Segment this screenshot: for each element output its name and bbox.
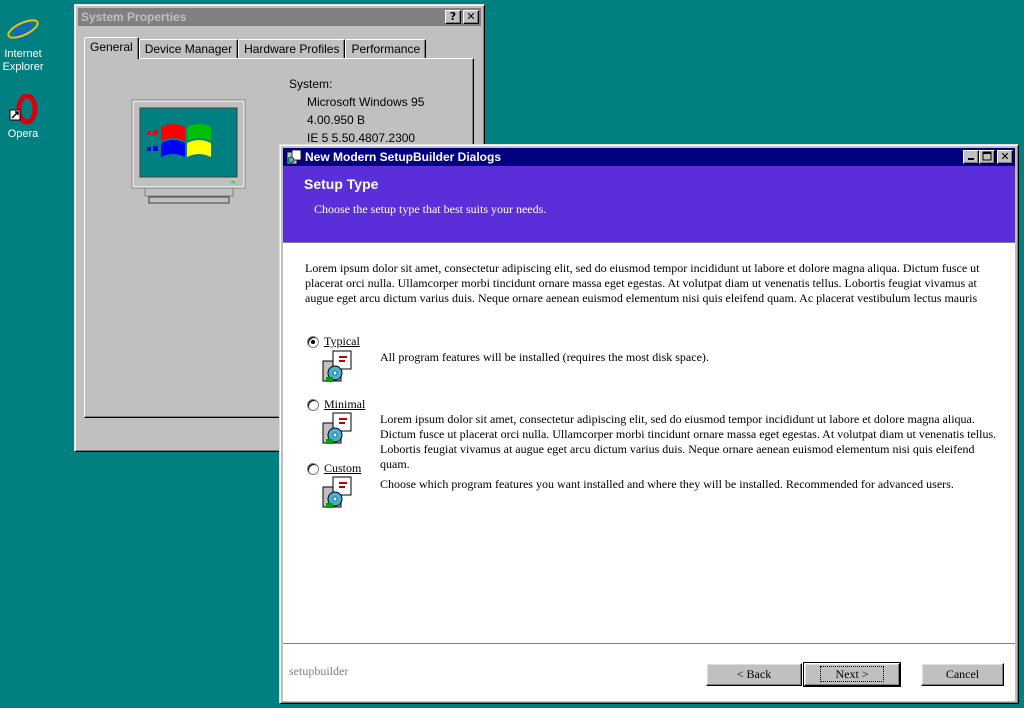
setup-dialog-window: New Modern SetupBuilder Dialogs ✕ Setup …: [279, 144, 1019, 704]
radio-typical[interactable]: Typical: [307, 334, 360, 349]
intro-text: Lorem ipsum dolor sit amet, consectetur …: [305, 261, 980, 305]
window-title: System Properties: [81, 10, 187, 24]
tab-device-manager[interactable]: Device Manager: [138, 39, 239, 59]
desktop-icon-label: Internet: [4, 48, 42, 60]
option-description: Choose which program features you want i…: [380, 477, 954, 491]
desktop-icon-label: Opera: [7, 128, 39, 140]
desktop-icon-opera[interactable]: Opera: [0, 94, 53, 141]
setup-page-title: Setup Type: [304, 176, 379, 192]
setup-package-icon: [322, 350, 352, 382]
tab-strip: General Device Manager Hardware Profiles…: [84, 37, 427, 59]
setup-footer: setupbuilder < Back Next > Cancel: [283, 643, 1015, 701]
option-description: All program features will be installed (…: [380, 350, 709, 364]
svg-text:e: e: [14, 12, 33, 46]
minimize-icon: [968, 158, 974, 160]
option-label: Custom: [324, 461, 362, 475]
option-description: Lorem ipsum dolor sit amet, consectetur …: [380, 412, 997, 471]
radio-indicator[interactable]: [307, 462, 319, 475]
setup-body: Lorem ipsum dolor sit amet, consectetur …: [283, 243, 1015, 643]
system-properties-titlebar[interactable]: System Properties ? ✕: [78, 8, 481, 26]
setup-header-band: Setup Type Choose the setup type that be…: [283, 166, 1015, 243]
next-button-label: Next >: [820, 666, 884, 682]
close-button[interactable]: ✕: [997, 150, 1013, 164]
tab-hardware-profiles[interactable]: Hardware Profiles: [238, 39, 346, 59]
computer-monitor-icon: [131, 99, 246, 204]
setup-dialog-titlebar[interactable]: New Modern SetupBuilder Dialogs ✕: [283, 148, 1015, 166]
setup-page-subtitle: Choose the setup type that best suits yo…: [314, 202, 547, 216]
cancel-button[interactable]: Cancel: [921, 663, 1004, 686]
option-label: Typical: [324, 334, 360, 348]
radio-indicator[interactable]: [307, 335, 319, 348]
cancel-button-label: Cancel: [945, 667, 980, 681]
os-version: 4.00.950 B: [307, 113, 366, 127]
system-label: System:: [289, 77, 333, 91]
maximize-icon: [982, 151, 992, 161]
setup-package-icon: [322, 412, 352, 444]
tab-general[interactable]: General: [84, 37, 139, 59]
radio-minimal[interactable]: Minimal: [307, 397, 365, 412]
brand-label: setupbuilder: [289, 664, 349, 678]
minimize-button[interactable]: [963, 150, 979, 164]
radio-indicator[interactable]: [307, 398, 319, 411]
os-name: Microsoft Windows 95: [307, 95, 425, 109]
tab-performance[interactable]: Performance: [345, 39, 427, 59]
radio-custom[interactable]: Custom: [307, 461, 361, 476]
next-button[interactable]: Next >: [803, 662, 901, 687]
back-button[interactable]: < Back: [706, 663, 802, 686]
window-title: New Modern SetupBuilder Dialogs: [305, 150, 502, 164]
system-info: System: Microsoft Windows 95 4.00.950 B …: [289, 75, 424, 147]
internet-explorer-icon: e: [7, 12, 39, 46]
close-button[interactable]: ✕: [463, 10, 479, 24]
option-label: Minimal: [324, 397, 366, 411]
maximize-button[interactable]: [979, 150, 995, 164]
setup-app-icon: [286, 149, 302, 165]
desktop-icon-label: Explorer: [2, 61, 44, 73]
help-button[interactable]: ?: [445, 10, 461, 24]
desktop-icon-internet-explorer[interactable]: e Internet Explorer: [0, 12, 53, 74]
setup-package-icon: [322, 476, 352, 508]
back-button-label: < Back: [736, 667, 772, 681]
opera-icon: [9, 94, 38, 125]
